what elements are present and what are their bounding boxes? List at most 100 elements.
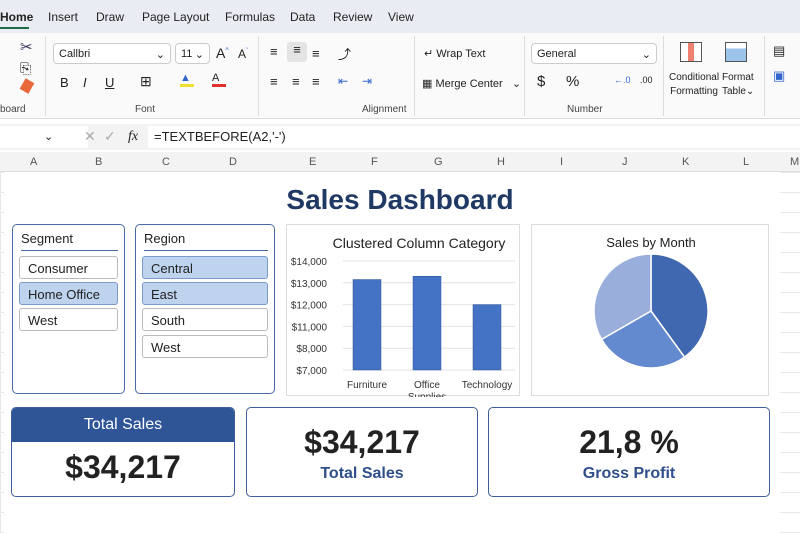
region-slicer: Region Central East South West — [135, 224, 275, 394]
bar-office-supplies — [412, 276, 442, 371]
bar-furniture — [352, 279, 382, 371]
col-i[interactable]: I — [560, 156, 563, 168]
percent-button[interactable]: % — [566, 73, 579, 90]
cell-styles-icon[interactable]: ▤ — [773, 43, 785, 59]
tab-page-layout[interactable]: Page Layout — [142, 10, 209, 24]
insert-icon[interactable]: ▣ — [773, 68, 785, 84]
format-table-button[interactable]: Format Table⌄ — [722, 71, 754, 99]
bold-button[interactable]: B — [60, 75, 69, 90]
col-h[interactable]: H — [497, 156, 505, 168]
y-tick-label: $7,000 — [296, 366, 327, 377]
dashboard-title: Sales Dashboard — [286, 184, 514, 215]
cut-icon[interactable]: ✂ — [20, 38, 33, 56]
slicer-item-west[interactable]: West — [142, 335, 268, 358]
align-bottom-icon[interactable]: ≡ — [312, 46, 320, 61]
kpi-value: 21,8 % — [579, 424, 679, 460]
col-a[interactable]: A — [30, 156, 37, 168]
y-tick-label: $14,000 — [291, 257, 328, 268]
decrease-font-icon[interactable]: Aˇ — [238, 47, 248, 61]
format-table-icon[interactable] — [725, 42, 747, 62]
tab-review[interactable]: Review — [333, 10, 372, 24]
align-left-icon[interactable]: ≡ — [270, 74, 278, 89]
increase-decimal-icon[interactable]: ←.0 — [614, 75, 631, 85]
x-tick-label: OfficeSupplies — [408, 380, 446, 397]
group-label-clipboard: board — [0, 104, 26, 115]
font-name-select[interactable]: Callbri ⌄ — [53, 43, 171, 64]
font-color-icon[interactable]: A — [212, 72, 226, 87]
formula-input[interactable]: =TEXTBEFORE(A2,'-') — [148, 126, 800, 148]
tab-view[interactable]: View — [388, 10, 414, 24]
fx-icon[interactable]: fx — [128, 129, 138, 145]
tab-formulas[interactable]: Formulas — [225, 10, 275, 24]
tab-insert[interactable]: Insert — [48, 10, 78, 24]
tab-data[interactable]: Data — [290, 10, 315, 24]
slicer-item-consumer[interactable]: Consumer — [19, 256, 118, 279]
col-m[interactable]: M — [790, 156, 799, 168]
column-chart-svg: Clustered Column Category $14,000 $13,000… — [291, 235, 515, 403]
tab-draw[interactable]: Draw — [96, 10, 124, 24]
col-l[interactable]: L — [743, 156, 749, 168]
font-size-value: 11 — [181, 48, 193, 60]
bar-technology — [472, 304, 502, 371]
increase-font-icon[interactable]: A^ — [216, 45, 229, 61]
col-e[interactable]: E — [309, 156, 316, 168]
conditional-formatting-button[interactable]: Conditional Formatting — [669, 71, 719, 99]
copy-icon[interactable]: ⎘ — [20, 60, 31, 77]
col-b[interactable]: B — [95, 156, 102, 168]
cancel-icon[interactable]: ✕ — [84, 128, 96, 145]
align-center-icon[interactable]: ≡ — [292, 74, 300, 89]
kpi-card-total-sales-2: $34,217 Total Sales — [246, 407, 478, 497]
fill-color-icon[interactable]: ▲ — [180, 72, 194, 87]
col-d[interactable]: D — [229, 156, 237, 168]
segment-slicer: Segment Consumer Home Office West — [12, 224, 125, 394]
slicer-item-south[interactable]: South — [142, 308, 268, 331]
col-c[interactable]: C — [162, 156, 170, 168]
currency-button[interactable]: $ — [537, 73, 545, 90]
font-size-select[interactable]: 11 ⌄ — [175, 43, 210, 64]
kpi-header: Total Sales — [12, 408, 234, 442]
col-f[interactable]: F — [371, 156, 378, 168]
align-right-icon[interactable]: ≡ — [312, 74, 320, 89]
name-box[interactable]: ⌄ — [0, 126, 88, 148]
slicer-item-west[interactable]: West — [19, 308, 118, 331]
column-headers: A B C D E F G H I J K L M — [0, 152, 800, 172]
formula-bar: ⌄ ✕ ✓ fx =TEXTBEFORE(A2,'-') — [0, 124, 800, 150]
pie-title: Sales by Month — [606, 235, 696, 250]
align-middle-icon[interactable]: ≡ — [287, 42, 307, 62]
tab-home[interactable]: Home — [0, 10, 33, 29]
underline-button[interactable]: U — [105, 75, 114, 90]
decrease-indent-icon[interactable]: ⇤ — [338, 74, 348, 88]
slicer-item-east[interactable]: East — [142, 282, 268, 305]
italic-button[interactable]: I — [83, 75, 87, 90]
y-tick-label: $8,000 — [296, 344, 327, 355]
slicer-item-central[interactable]: Central — [142, 256, 268, 279]
y-tick-label: $13,000 — [291, 279, 328, 290]
wrap-text-label: Wrap Text — [436, 48, 486, 60]
pie-chart[interactable]: Sales by Month — [531, 224, 769, 396]
kpi-card-gross-profit: 21,8 % Gross Profit — [488, 407, 770, 497]
column-chart[interactable]: Clustered Column Category $14,000 $13,000… — [286, 224, 520, 403]
number-format-select[interactable]: General ⌄ — [531, 43, 657, 64]
align-top-icon[interactable]: ≡ — [270, 44, 278, 59]
x-tick-label: Furniture — [347, 380, 387, 391]
ft-line2: Table — [722, 86, 746, 97]
borders-icon[interactable]: ⊞ — [140, 73, 152, 90]
ft-line1: Format — [722, 72, 754, 83]
x-tick-label: Technology — [462, 380, 513, 391]
col-j[interactable]: J — [622, 156, 628, 168]
col-g[interactable]: G — [434, 156, 443, 168]
orientation-icon[interactable]: ⤴ — [338, 44, 351, 63]
enter-icon[interactable]: ✓ — [104, 128, 116, 145]
merge-center-button[interactable]: ▦ Merge Center ⌄ — [422, 77, 521, 90]
increase-indent-icon[interactable]: ⇥ — [362, 74, 372, 88]
chart-title: Clustered Column Category — [333, 235, 506, 251]
col-k[interactable]: K — [682, 156, 689, 168]
decrease-decimal-icon[interactable]: .00 — [640, 75, 653, 85]
kpi-card-total-sales: Total Sales $34,217 — [11, 407, 235, 497]
number-format-value: General — [537, 48, 577, 60]
kpi-value: $34,217 — [65, 449, 181, 485]
slicer-item-home-office[interactable]: Home Office — [19, 282, 118, 305]
font-name-value: Callbri — [59, 48, 91, 60]
wrap-text-button[interactable]: ↵ Wrap Text — [424, 47, 485, 60]
conditional-formatting-icon[interactable] — [680, 42, 702, 62]
